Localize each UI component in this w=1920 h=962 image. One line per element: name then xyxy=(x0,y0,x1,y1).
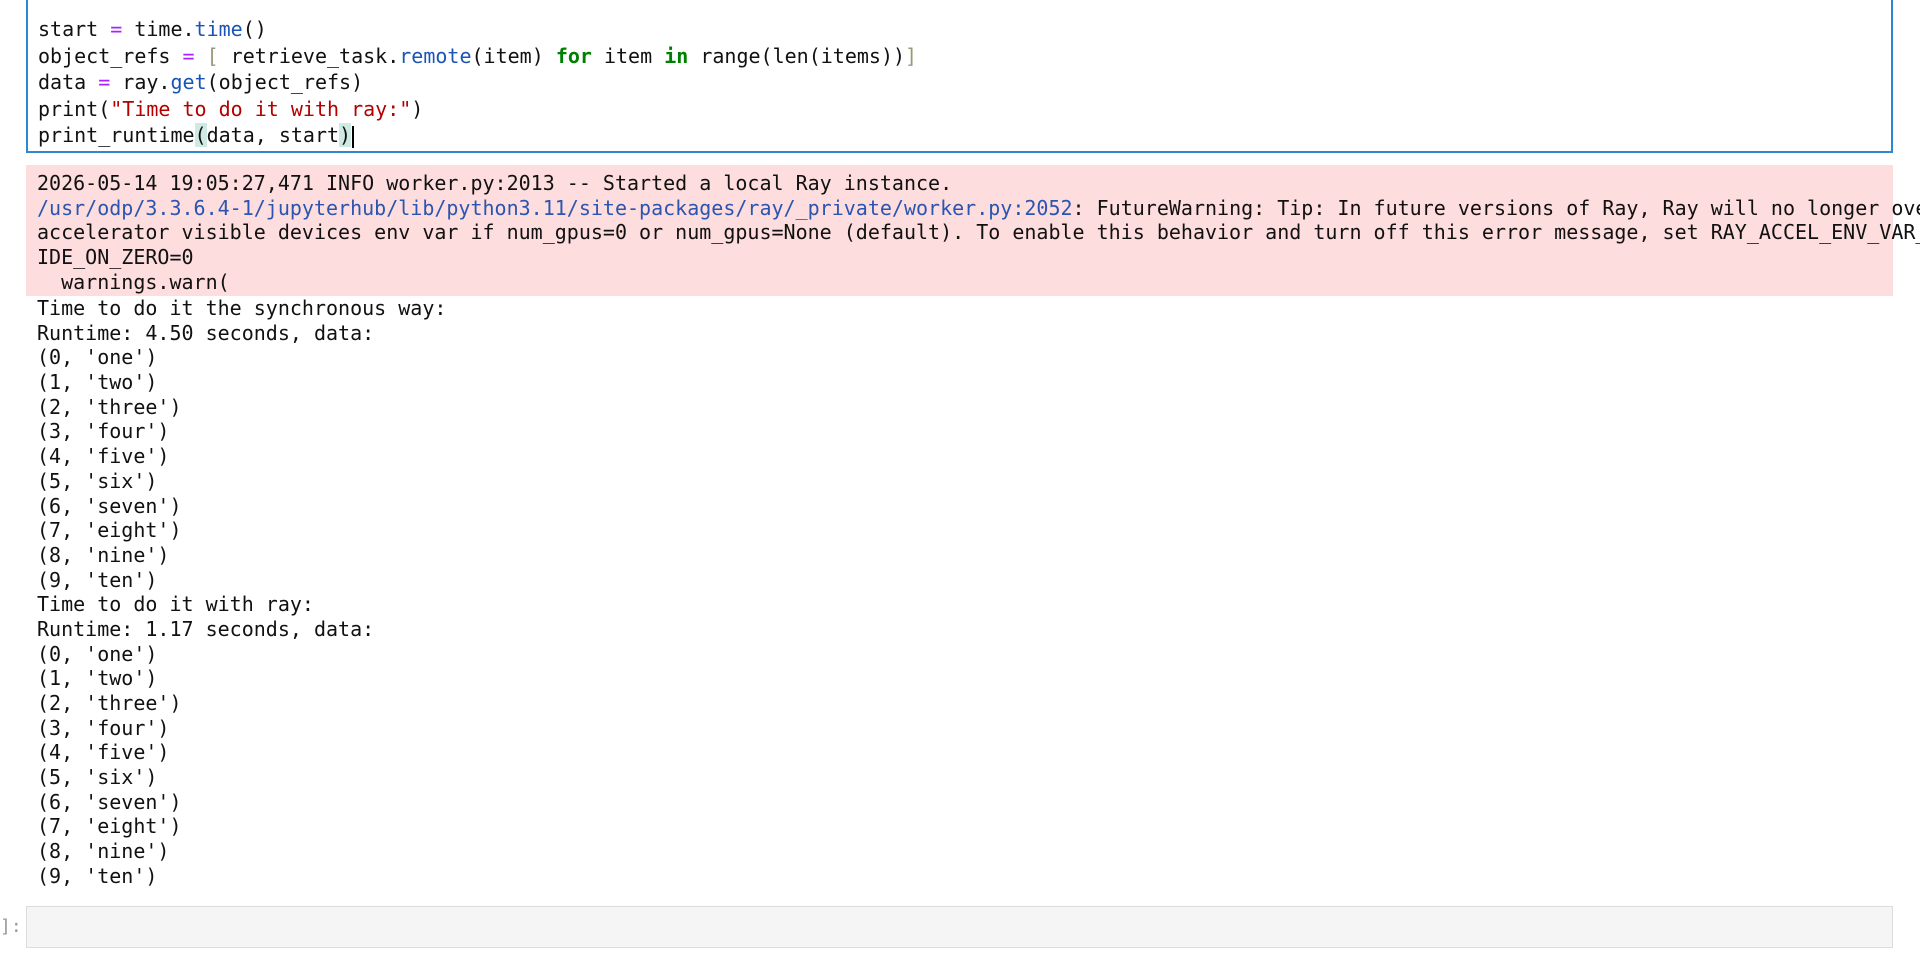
code-matched-bracket: ) xyxy=(339,123,352,148)
stdout-line: Runtime: 4.50 seconds, data: xyxy=(37,320,375,345)
code-text: object_refs xyxy=(38,43,183,68)
code-matched-bracket: ( xyxy=(194,123,207,148)
code-text: () xyxy=(242,17,267,41)
code-operator: = xyxy=(182,43,195,68)
stdout-line: (0, 'one') xyxy=(37,345,158,370)
code-text: retrieve_task. xyxy=(218,43,400,68)
code-keyword: for xyxy=(555,43,592,68)
text-cursor xyxy=(352,125,355,148)
stderr-warning-call: warnings.warn( xyxy=(37,269,230,294)
stderr-output: 2026-05-14 19:05:27,471 INFO worker.py:2… xyxy=(26,165,1920,296)
stdout-line: (4, 'five') xyxy=(37,444,170,469)
empty-code-cell[interactable] xyxy=(26,906,1893,948)
warning-file-path: /usr/odp/3.3.6.4-1/jupyterhub/lib/python… xyxy=(37,195,1073,220)
stdout-line: (6, 'seven') xyxy=(37,493,182,518)
code-text: ) xyxy=(411,96,424,121)
stdout-line: (4, 'five') xyxy=(37,740,170,765)
code-editor-content[interactable]: start = time.time() object_refs = [ retr… xyxy=(38,16,1881,149)
stdout-output: Time to do it the synchronous way: Runti… xyxy=(26,296,1893,889)
code-operator: = xyxy=(110,17,123,41)
stderr-warning-line: /usr/odp/3.3.6.4-1/jupyterhub/lib/python… xyxy=(37,195,1920,221)
code-string: "Time to do it with ray:" xyxy=(110,96,412,121)
code-line-1: start = time.time() xyxy=(38,16,1881,43)
stdout-line: (9, 'ten') xyxy=(37,567,158,592)
code-text: (object_refs) xyxy=(206,70,364,95)
stdout-line: (8, 'nine') xyxy=(37,839,170,864)
stdout-line: (0, 'one') xyxy=(37,641,158,666)
stdout-line: (3, 'four') xyxy=(37,715,170,740)
code-line-4: print("Time to do it with ray:") xyxy=(38,96,1881,123)
stderr-warning-line: accelerator visible devices env var if n… xyxy=(37,220,1920,245)
code-text: (item) xyxy=(471,43,556,68)
stdout-line: (6, 'seven') xyxy=(37,789,182,814)
code-text: start xyxy=(38,17,111,41)
input-prompt: ]: xyxy=(0,916,22,937)
stdout-line: (2, 'three') xyxy=(37,691,182,715)
stdout-line: (2, 'three') xyxy=(37,394,182,419)
stderr-warning-line: IDE_ON_ZERO=0 xyxy=(37,245,194,270)
stdout-line: (9, 'ten') xyxy=(37,863,158,888)
cell-output-area: 2026-05-14 19:05:27,471 INFO worker.py:2… xyxy=(26,165,1920,889)
warning-message: : FutureWarning: Tip: In future versions… xyxy=(1072,195,1920,220)
stdout-line: (7, 'eight') xyxy=(37,814,182,839)
stdout-line: (8, 'nine') xyxy=(37,542,170,567)
stdout-line: (3, 'four') xyxy=(37,419,170,444)
code-attribute: remote xyxy=(399,43,472,68)
code-text: range(len(items)) xyxy=(688,43,906,68)
code-attribute: get xyxy=(170,70,207,95)
code-text: item xyxy=(591,43,665,68)
stdout-line: (5, 'six') xyxy=(37,765,158,790)
stdout-line: (1, 'two') xyxy=(37,666,158,691)
stdout-line: (5, 'six') xyxy=(37,468,158,493)
code-text: print( xyxy=(38,96,111,121)
code-text: time. xyxy=(122,17,195,41)
code-text: data, start xyxy=(206,123,340,148)
code-attribute: time xyxy=(194,17,243,41)
code-line-3: data = ray.get(object_refs) xyxy=(38,69,1881,96)
code-text: print_runtime xyxy=(38,123,195,148)
code-text: ray. xyxy=(110,70,171,95)
code-bracket: ] xyxy=(905,43,918,68)
stdout-line: (1, 'two') xyxy=(37,370,158,395)
stdout-line: Time to do it with ray: xyxy=(37,592,314,617)
code-line-2: object_refs = [ retrieve_task.remote(ite… xyxy=(38,43,1881,70)
code-cell-editor[interactable]: start = time.time() object_refs = [ retr… xyxy=(26,0,1893,153)
code-line-5: print_runtime(data, start) xyxy=(38,122,1881,149)
code-operator: = xyxy=(98,70,111,95)
stdout-line: (7, 'eight') xyxy=(37,518,182,543)
stdout-line: Time to do it the synchronous way: xyxy=(37,296,447,320)
code-bracket: [ xyxy=(194,43,219,68)
stderr-info-line: 2026-05-14 19:05:27,471 INFO worker.py:2… xyxy=(37,171,953,195)
stdout-line: Runtime: 1.17 seconds, data: xyxy=(37,616,375,641)
code-text: data xyxy=(38,70,99,95)
code-keyword: in xyxy=(664,43,689,68)
